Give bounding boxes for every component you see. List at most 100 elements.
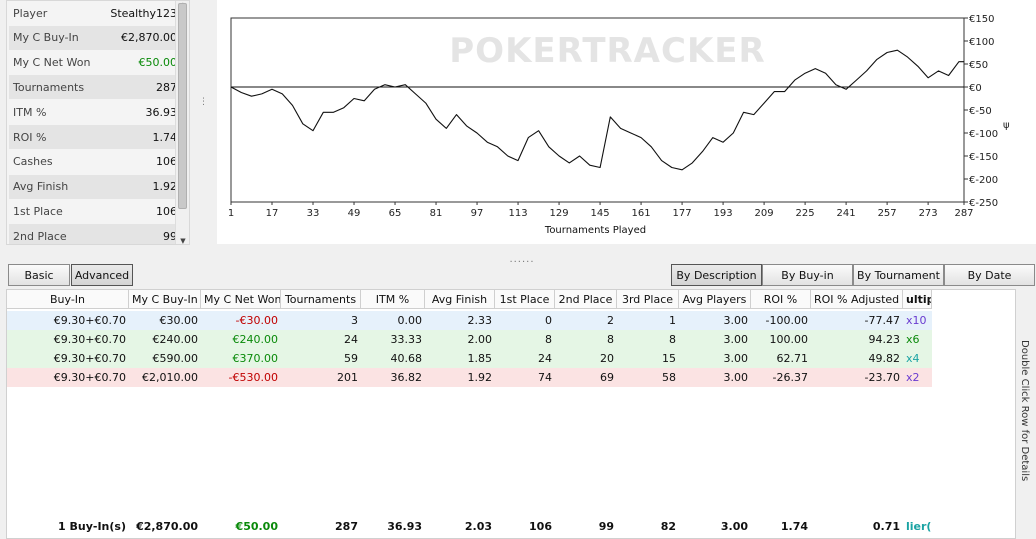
table-row[interactable]: €9.30+€0.70 €240.00 €240.00 24 33.33 2.00 8 8 8 3…: [7, 330, 932, 349]
stat-label: Avg Finish: [13, 180, 69, 194]
table-cell: 82: [660, 520, 676, 533]
table-cell: 1.74: [780, 520, 808, 533]
table-cell: 36.82: [390, 371, 423, 384]
x-tick-label: 81: [430, 208, 443, 219]
table-cell: €2,870.00: [136, 520, 198, 533]
table-cell: 106: [529, 520, 552, 533]
watermark-logo: POKERTRACKER: [449, 31, 765, 71]
table-cell: -77.47: [864, 314, 900, 327]
table-cell: 8: [545, 333, 552, 346]
stats-scrollbar[interactable]: ▲▼: [175, 1, 189, 244]
y-tick-label: €-50: [969, 106, 992, 117]
table-cell: 3.00: [723, 314, 749, 327]
column-header[interactable]: 3rd Place: [617, 290, 679, 309]
column-header[interactable]: ultipli: [903, 290, 932, 309]
table-totals-row[interactable]: 1 Buy-In(s) €2,870.00 €50.00 287 36.93 2.03 10…: [7, 517, 932, 536]
x-tick-label: 225: [796, 208, 815, 219]
table-cell: €9.30+€0.70: [53, 371, 126, 384]
stat-value: 287: [156, 80, 177, 94]
table-cell: 8: [607, 333, 614, 346]
advanced-tab-button[interactable]: Advanced: [71, 264, 133, 286]
table-header-row: Buy-In My C Buy-In My C Net Won Tournaments…: [7, 290, 932, 309]
y-tick-label: €-200: [969, 175, 998, 186]
table-cell: 49.82: [868, 352, 901, 365]
table-cell: €9.30+€0.70: [53, 314, 126, 327]
table-cell: 100.00: [769, 333, 809, 346]
x-tick-label: 17: [266, 208, 279, 219]
stat-value: 106: [156, 155, 177, 169]
table-cell: 1: [669, 314, 676, 327]
stat-value: 36.93: [145, 105, 178, 119]
scroll-down-arrow-icon[interactable]: ▼: [178, 237, 188, 244]
table-row[interactable]: €9.30+€0.70 €2,010.00 -€530.00 201 36.82 1.92…: [7, 368, 932, 387]
stat-label: ROI %: [13, 130, 47, 144]
stat-label: Cashes: [13, 155, 53, 169]
column-header[interactable]: 2nd Place: [555, 290, 617, 309]
table-row[interactable]: €9.30+€0.70 €590.00 €370.00 59 40.68 1.85 24 20…: [7, 349, 932, 368]
table-cell: 2.03: [464, 520, 492, 533]
stat-value: 1.92: [152, 180, 178, 194]
table-cell: x6: [906, 333, 920, 346]
horizontal-splitter-handle[interactable]: ......: [507, 254, 537, 265]
column-header[interactable]: Avg Finish: [425, 290, 495, 309]
stat-row: Cashes 106: [9, 150, 181, 174]
table-cell: 40.68: [390, 352, 423, 365]
stat-label: ITM %: [13, 105, 47, 119]
table-cell: 20: [600, 352, 614, 365]
stat-label: 1st Place: [13, 204, 63, 218]
table-cell: 74: [538, 371, 552, 384]
table-cell: 2: [607, 314, 614, 327]
table-cell: €9.30+€0.70: [53, 352, 126, 365]
table-cell: €9.30+€0.70: [53, 333, 126, 346]
column-header[interactable]: 1st Place: [495, 290, 555, 309]
table-cell: €240.00: [232, 333, 279, 346]
table-cell: 94.23: [868, 333, 901, 346]
table-cell: €50.00: [235, 520, 278, 533]
table-row[interactable]: €9.30+€0.70 €30.00 -€30.00 3 0.00 2.33 0 2 1 3.00…: [7, 311, 932, 330]
double-click-hint-text: Double Click Row for Details: [1019, 340, 1030, 482]
table-cell: 3.00: [723, 352, 749, 365]
y-tick-label: €0: [969, 83, 982, 94]
by-date-button[interactable]: By Date: [944, 264, 1035, 286]
column-header[interactable]: Avg Players: [679, 290, 751, 309]
table-cell: 3.00: [720, 520, 748, 533]
stat-value: €50.00: [138, 56, 178, 70]
stat-label: Player: [13, 6, 48, 20]
stat-label: My C Buy-In: [13, 31, 79, 45]
profit-graph-panel: POKERTRACKER €150 €100 €50 €0 €-50 €-100 €-150 €…: [217, 0, 1036, 244]
x-tick-label: 209: [755, 208, 774, 219]
y-tick-label: €-150: [969, 152, 998, 163]
column-header[interactable]: ITM %: [361, 290, 425, 309]
by-tournament-button[interactable]: By Tournament: [853, 264, 944, 286]
table-cell: -23.70: [864, 371, 900, 384]
y-tick-label: €-100: [969, 129, 998, 140]
by-description-button[interactable]: By Description: [671, 264, 762, 286]
table-cell: 69: [600, 371, 614, 384]
x-tick-label: 129: [550, 208, 569, 219]
basic-tab-button[interactable]: Basic: [8, 264, 70, 286]
scroll-thumb[interactable]: [178, 3, 187, 209]
profit-graph: POKERTRACKER €150 €100 €50 €0 €-50 €-100 €-150 €…: [228, 14, 1010, 236]
x-tick-label: 241: [837, 208, 856, 219]
column-header[interactable]: My C Net Won: [201, 290, 281, 309]
x-tick-label: 287: [954, 208, 973, 219]
vertical-splitter-handle[interactable]: ⋮: [199, 98, 208, 128]
stat-row: ITM % 36.93: [9, 100, 181, 124]
column-header[interactable]: ROI % Adjusted: [811, 290, 903, 309]
stat-row: Avg Finish 1.92: [9, 174, 181, 199]
column-header[interactable]: Buy-In: [7, 290, 129, 309]
x-tick-label: 97: [471, 208, 484, 219]
table-cell: 1.92: [467, 371, 493, 384]
column-header[interactable]: ROI %: [751, 290, 811, 309]
table-cell: -€530.00: [228, 371, 278, 384]
table-cell: 2.00: [467, 333, 493, 346]
by-buyin-button[interactable]: By Buy-in: [762, 264, 853, 286]
column-header[interactable]: My C Buy-In: [129, 290, 201, 309]
table-cell: €30.00: [159, 314, 199, 327]
column-header[interactable]: Tournaments: [281, 290, 361, 309]
table-cell: 58: [662, 371, 676, 384]
table-cell: x2: [906, 371, 920, 384]
stat-value: 1.74: [152, 130, 178, 144]
table-cell: 3.00: [723, 371, 749, 384]
y-tick-label: €100: [969, 37, 994, 48]
